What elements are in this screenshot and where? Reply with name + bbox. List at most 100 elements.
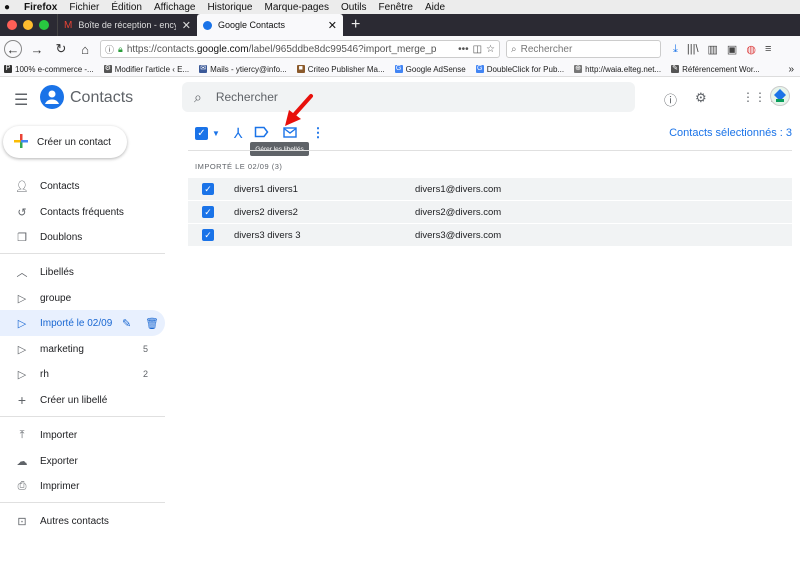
sidebar-item-frequent[interactable]: ↺ Contacts fréquents	[0, 199, 165, 225]
bookmark-item[interactable]: G DoubleClick for Pub...	[475, 65, 564, 74]
app-title: Contacts	[70, 89, 134, 106]
sidebar-item-label: groupe	[40, 292, 72, 304]
caret-down-icon[interactable]: ▼	[212, 129, 220, 138]
row-checkbox[interactable]: ✓	[202, 229, 214, 241]
chevron-up-icon: ︿	[16, 267, 28, 279]
delete-trash-icon[interactable]: 🗑︎	[145, 317, 159, 330]
tab-google-contacts[interactable]: Google Contacts ✕	[197, 14, 343, 36]
reader-icon[interactable]: ▣	[727, 43, 737, 56]
edit-pencil-icon[interactable]: ✎	[122, 317, 131, 330]
copy-icon: ❐	[17, 231, 27, 244]
sidebar-item-label-groupe[interactable]: ▷ groupe	[0, 285, 165, 311]
bookmark-item[interactable]: ■ Criteo Publisher Ma...	[296, 65, 385, 74]
tab-gmail[interactable]: M Boîte de réception - encyclope ✕	[57, 14, 197, 36]
select-all-checkbox[interactable]: ✓	[195, 126, 208, 140]
sidebar-item-other-contacts[interactable]: ⊡ Autres contacts	[0, 508, 165, 534]
row-checkbox[interactable]: ✓	[202, 206, 214, 218]
select-all-dropdown[interactable]: ✓ ▼	[195, 126, 220, 140]
label-count: 2	[143, 369, 149, 379]
menu-item-edit[interactable]: Édition	[111, 2, 142, 13]
menu-item-file[interactable]: Fichier	[69, 2, 99, 13]
browser-search-placeholder: Rechercher	[520, 43, 573, 55]
menu-item-history[interactable]: Historique	[207, 2, 252, 13]
menu-item-tools[interactable]: Outils	[341, 2, 367, 13]
bookmark-item[interactable]: ⚙ Modifier l'article ‹ E...	[103, 65, 189, 74]
sidebar-item-label: Importé le 02/09	[40, 317, 112, 329]
url-bar[interactable]: ⓘ 🔒︎ https://contacts.google.com/label/9…	[100, 40, 500, 58]
forward-button[interactable]: →	[28, 40, 46, 58]
sidebar-item-label-imported[interactable]: ▷ Importé le 02/09 ✎ 🗑︎	[0, 310, 165, 336]
help-icon[interactable]: ⓘ	[664, 90, 677, 109]
tab-title: Boîte de réception - encyclope	[78, 20, 175, 30]
menu-app-name[interactable]: Firefox	[24, 2, 57, 13]
table-row[interactable]: ✓ divers1 divers1 divers1@divers.com	[188, 178, 792, 201]
contact-email: divers1@divers.com	[415, 183, 502, 195]
label-tag-icon: ▷	[17, 317, 27, 330]
menu-item-window[interactable]: Fenêtre	[379, 2, 413, 13]
merge-icon[interactable]: ⅄	[234, 125, 243, 142]
settings-gear-icon[interactable]: ⚙	[695, 90, 707, 106]
search-icon: ⌕	[194, 88, 202, 105]
label-tag-icon: ▷	[17, 368, 27, 381]
multicolor-plus-icon	[13, 133, 29, 152]
menu-item-bookmarks[interactable]: Marque-pages	[264, 2, 328, 13]
sidebar-divider	[0, 416, 165, 417]
sidebar-item-export[interactable]: ☁ Exporter	[0, 448, 165, 474]
account-avatar[interactable]	[770, 86, 790, 106]
bookmark-favicon-icon: ✉	[199, 65, 208, 73]
info-icon[interactable]: ⓘ	[105, 43, 114, 56]
sidebar-item-label-rh[interactable]: ▷ rh 2	[0, 361, 165, 387]
home-button[interactable]: ⌂	[76, 40, 94, 58]
bookmark-item[interactable]: ✉ Mails - ytiercy@info...	[199, 65, 287, 74]
row-checkbox[interactable]: ✓	[202, 183, 214, 195]
bookmark-favicon-icon: ⊕	[574, 65, 583, 73]
main-menu-icon[interactable]: ☰	[14, 90, 28, 110]
url-text[interactable]: https://contacts.google.com/label/965ddb…	[127, 44, 454, 55]
menu-item-help[interactable]: Aide	[425, 2, 445, 13]
bookmark-item[interactable]: ⊕ http://waia.elteg.net...	[574, 65, 661, 74]
sidebar-item-label-marketing[interactable]: ▷ marketing 5	[0, 336, 165, 362]
zoom-window-button[interactable]	[39, 20, 49, 30]
table-row[interactable]: ✓ divers3 divers 3 divers3@divers.com	[188, 224, 792, 247]
bookmark-item[interactable]: P 100% e-commerce -...	[4, 65, 94, 74]
sidebar-toggle-icon[interactable]: ▥	[708, 43, 718, 56]
bookmark-star-icon[interactable]: ☆	[486, 44, 495, 55]
extension-icon[interactable]: ◍	[746, 43, 756, 56]
sidebar-item-print[interactable]: ⎙ Imprimer	[0, 473, 165, 499]
bookmark-item[interactable]: G Google AdSense	[394, 65, 466, 74]
window-controls	[0, 20, 57, 36]
person-icon: 👤︎	[15, 180, 29, 193]
sidebar-item-import[interactable]: ⤒ Importer	[0, 422, 165, 448]
sidebar-item-create-label[interactable]: + Créer un libellé	[0, 387, 165, 413]
pocket-icon[interactable]: ◫	[473, 44, 482, 55]
contacts-search-input[interactable]: ⌕ Rechercher	[182, 82, 635, 112]
close-window-button[interactable]	[7, 20, 17, 30]
sidebar-item-contacts[interactable]: 👤︎ Contacts	[0, 173, 165, 199]
plus-icon: +	[17, 392, 27, 408]
menu-icon[interactable]: ≡	[765, 43, 771, 56]
browser-search-bar[interactable]: ⌕ Rechercher	[506, 40, 661, 58]
page-actions-icon[interactable]: •••	[458, 44, 469, 55]
close-tab-icon[interactable]: ✕	[328, 19, 337, 32]
manage-labels-icon[interactable]	[254, 126, 269, 141]
sidebar-labels-header[interactable]: ︿ Libellés	[0, 259, 165, 285]
cloud-download-icon: ☁	[16, 455, 28, 468]
new-tab-button[interactable]: +	[343, 16, 368, 36]
close-tab-icon[interactable]: ✕	[182, 19, 191, 32]
minimize-window-button[interactable]	[23, 20, 33, 30]
downloads-icon[interactable]: ⤓	[673, 43, 678, 56]
bookmark-item[interactable]: ✎ Référencement Wor...	[671, 65, 760, 74]
menu-bar: ● Firefox Fichier Édition Affichage Hist…	[0, 0, 800, 14]
sidebar-item-duplicates[interactable]: ❐ Doublons	[0, 224, 165, 250]
reload-button[interactable]: ↻	[52, 40, 70, 58]
library-icon[interactable]: |||\	[687, 43, 699, 56]
sidebar-item-label: Autres contacts	[40, 515, 109, 527]
bookmarks-overflow-icon[interactable]: »	[788, 64, 800, 75]
table-row[interactable]: ✓ divers2 divers2 divers2@divers.com	[188, 201, 792, 224]
back-button[interactable]: ←	[4, 40, 22, 58]
apple-icon[interactable]: ●	[4, 2, 12, 13]
tab-strip: M Boîte de réception - encyclope ✕ Googl…	[0, 14, 800, 36]
sidebar-item-label: marketing	[40, 343, 84, 355]
create-contact-button[interactable]: Créer un contact	[3, 126, 127, 158]
menu-item-view[interactable]: Affichage	[154, 2, 196, 13]
